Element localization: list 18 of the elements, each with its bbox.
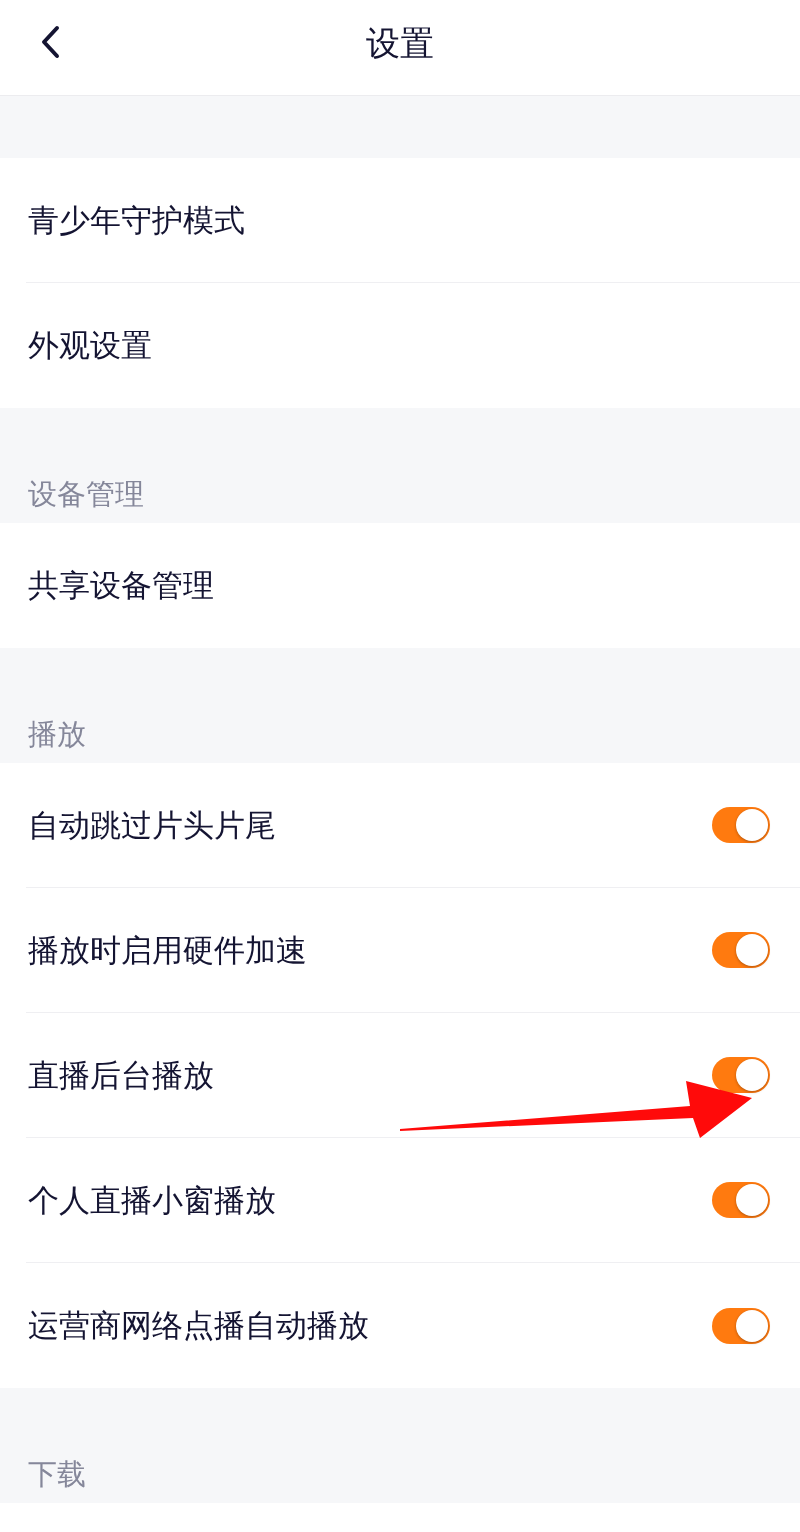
setting-label: 外观设置 (28, 330, 152, 361)
setting-label: 运营商网络点播自动播放 (28, 1310, 369, 1341)
page-title: 设置 (366, 25, 434, 60)
toggle-switch[interactable] (712, 1182, 770, 1218)
setting-label: 自动跳过片头片尾 (28, 809, 276, 841)
section-header: 播放 (0, 648, 800, 763)
setting-label: 个人直播小窗播放 (28, 1184, 276, 1216)
back-chevron-icon (40, 25, 60, 59)
section-header: 下载 (0, 1388, 800, 1503)
toggle-switch[interactable] (712, 807, 770, 843)
toggle-switch[interactable] (712, 1057, 770, 1093)
setting-label: 直播后台播放 (28, 1059, 214, 1091)
setting-label: 播放时启用硬件加速 (28, 934, 307, 966)
setting-label: 青少年守护模式 (28, 204, 245, 236)
section-header: 设备管理 (0, 408, 800, 523)
setting-label: 共享设备管理 (28, 570, 214, 601)
toggle-switch[interactable] (712, 1307, 770, 1344)
toggle-switch[interactable] (712, 932, 770, 968)
